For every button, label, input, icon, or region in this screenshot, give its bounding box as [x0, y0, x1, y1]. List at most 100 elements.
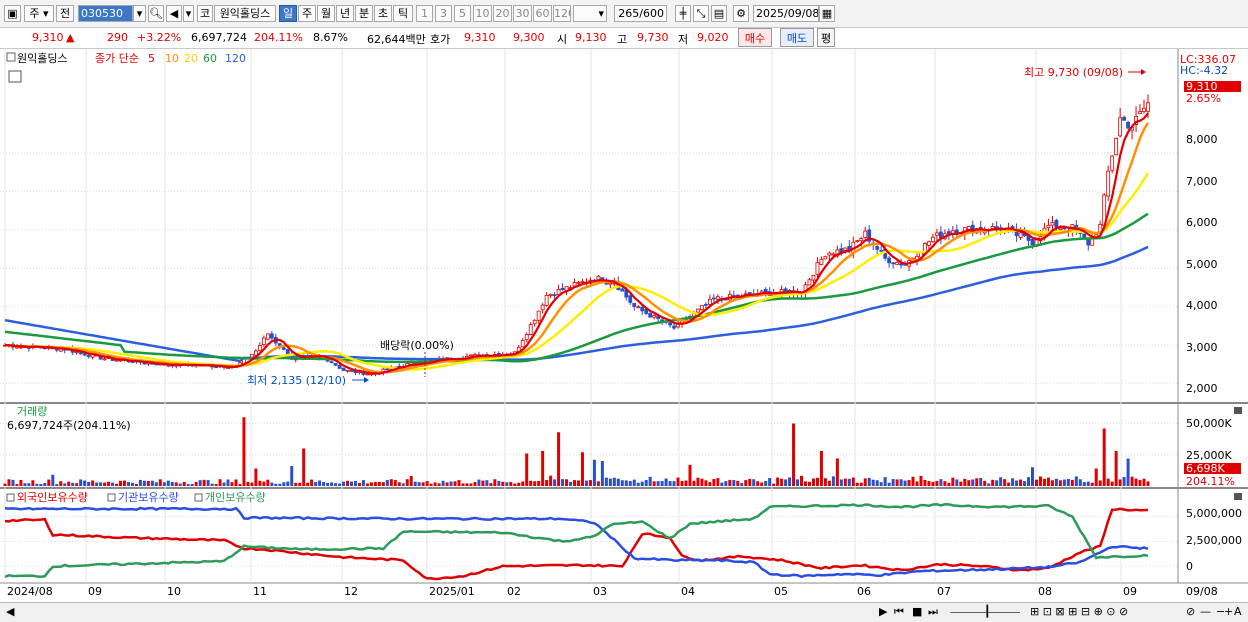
candle-body — [640, 306, 645, 312]
gear-icon[interactable]: ⚙ — [733, 5, 749, 22]
volume-bar — [672, 481, 676, 486]
num-20[interactable]: 20 — [493, 5, 512, 22]
collapse-icon[interactable] — [6, 52, 16, 62]
candle-body — [580, 281, 585, 283]
candle-body — [887, 257, 892, 264]
interval-select[interactable]: ▾ — [573, 5, 607, 22]
volume-bar — [1050, 480, 1054, 486]
candle-body — [269, 333, 274, 339]
count-display[interactable]: 265/600 — [614, 5, 667, 22]
crosshair-icon[interactable]: ⤡ — [693, 5, 709, 22]
period-month[interactable]: 월 — [317, 5, 335, 22]
volume-bar — [716, 478, 720, 486]
num-5[interactable]: 5 — [454, 5, 471, 22]
period-minute[interactable]: 분 — [355, 5, 373, 22]
stock-name[interactable]: 원익홀딩스 — [214, 5, 276, 22]
sell-button[interactable]: 매도 — [780, 28, 814, 47]
ma-label: 종가 단순 — [95, 52, 139, 65]
candle-body — [1114, 137, 1119, 156]
volume-close-icon[interactable] — [1234, 407, 1242, 414]
num-60[interactable]: 60 — [533, 5, 552, 22]
code-input[interactable]: 030530 — [78, 5, 133, 22]
search-zoom-icon[interactable]: ⊘ — [1186, 605, 1195, 618]
volume-bar — [724, 481, 728, 486]
market-select[interactable]: 주 ▾ — [24, 5, 54, 22]
volume-bar — [784, 479, 788, 486]
volume-bar — [1102, 428, 1106, 486]
table-icon[interactable] — [8, 70, 22, 83]
volume-bar — [899, 479, 903, 486]
volume-bar — [1146, 481, 1150, 486]
volume-bar — [927, 481, 931, 486]
volume-bar — [752, 479, 756, 486]
candle-body — [102, 358, 107, 361]
scroll-right-icon[interactable]: ▶ — [879, 605, 887, 618]
volume-bar — [385, 480, 389, 486]
candle-body — [891, 262, 896, 265]
period-year[interactable]: 년 — [336, 5, 354, 22]
zoom-plus-icon[interactable]: + — [1224, 605, 1233, 618]
zoom-out-icon[interactable]: — — [1200, 605, 1211, 618]
volume-bar — [995, 480, 999, 486]
speaker-icon[interactable]: ◀ — [166, 5, 182, 22]
volume-bar — [1090, 482, 1094, 486]
layout-icon[interactable]: ▣ — [4, 5, 21, 22]
candle-body — [1118, 117, 1123, 137]
candle-body — [819, 258, 824, 265]
rewind-icon[interactable]: ⏮ — [894, 605, 904, 619]
volume-bar — [931, 481, 935, 486]
num-3[interactable]: 3 — [435, 5, 452, 22]
candle-type-icon[interactable]: ╪ — [675, 5, 691, 22]
volume-bar — [95, 482, 99, 486]
num-120[interactable]: 120 — [553, 5, 571, 22]
chart-svg[interactable]: 원익홀딩스 종가 단순 5 10 20 60 120 8,000 7,000 6… — [0, 49, 1248, 605]
volume-bar — [290, 466, 294, 486]
scroll-left-icon[interactable]: ◀ — [6, 605, 14, 618]
font-size-icon[interactable]: A — [1234, 605, 1242, 618]
buy-button[interactable]: 매수 — [738, 28, 772, 47]
speaker-dropdown-icon[interactable]: ▾ — [183, 5, 194, 22]
save-icon[interactable]: ▤ — [711, 5, 727, 22]
period-day[interactable]: 일 — [279, 5, 297, 22]
candle-body — [939, 231, 943, 239]
holdings-collapse-icon[interactable] — [6, 493, 15, 502]
candle-body — [544, 294, 549, 306]
calendar-icon[interactable]: ▦ — [819, 5, 835, 22]
search-icon[interactable]: 🔍︎ — [148, 5, 164, 22]
num-1[interactable]: 1 — [416, 5, 433, 22]
zoom-tools-icon[interactable]: ⊞ ⊡ ⊠ ⊞ ⊟ ⊕ ⊙ ⊘ — [1030, 605, 1128, 618]
candle-body — [469, 354, 473, 357]
volume-bar — [1106, 478, 1110, 486]
period-week[interactable]: 주 — [298, 5, 316, 22]
volume-bar — [318, 480, 322, 486]
market-type-button[interactable]: 코 — [197, 5, 213, 22]
period-second[interactable]: 초 — [374, 5, 392, 22]
zoom-slider-thumb[interactable]: ┃ — [984, 605, 991, 618]
volume-bar — [342, 481, 346, 486]
candle-body — [1110, 155, 1115, 171]
volume-bar — [588, 480, 592, 486]
volume-bar — [87, 481, 91, 486]
num-30[interactable]: 30 — [513, 5, 532, 22]
scroll-bar[interactable]: ◀ ▶ ⏮ ■ ⏭ ┃ ⊞ ⊡ ⊠ ⊞ ⊟ ⊕ ⊙ ⊘ ⊘ — − + A — [0, 602, 1248, 622]
avg-button[interactable]: 평 — [817, 28, 835, 47]
period-tick[interactable]: 틱 — [393, 5, 413, 22]
code-dropdown-icon[interactable]: ▾ — [133, 5, 146, 22]
volume-bar — [413, 481, 417, 486]
ma20-legend: 20 — [184, 52, 198, 65]
date-input[interactable]: 2025/09/08 — [753, 5, 819, 22]
volume-bar — [397, 482, 401, 486]
open-price: 9,130 — [575, 31, 607, 44]
volume-bar — [254, 468, 258, 486]
fast-forward-icon[interactable]: ⏭ — [928, 605, 938, 619]
volume-bar — [1019, 479, 1023, 486]
prev-button[interactable]: 전 — [56, 5, 74, 22]
holdings-close-icon[interactable] — [1234, 493, 1242, 500]
volume-bar — [35, 483, 39, 486]
candle-body — [1122, 116, 1127, 121]
volume-last-pct: 204.11% — [1186, 475, 1235, 488]
volume-bar — [310, 479, 314, 486]
stop-icon[interactable]: ■ — [912, 605, 922, 618]
candle-body — [783, 288, 788, 292]
num-10[interactable]: 10 — [473, 5, 492, 22]
